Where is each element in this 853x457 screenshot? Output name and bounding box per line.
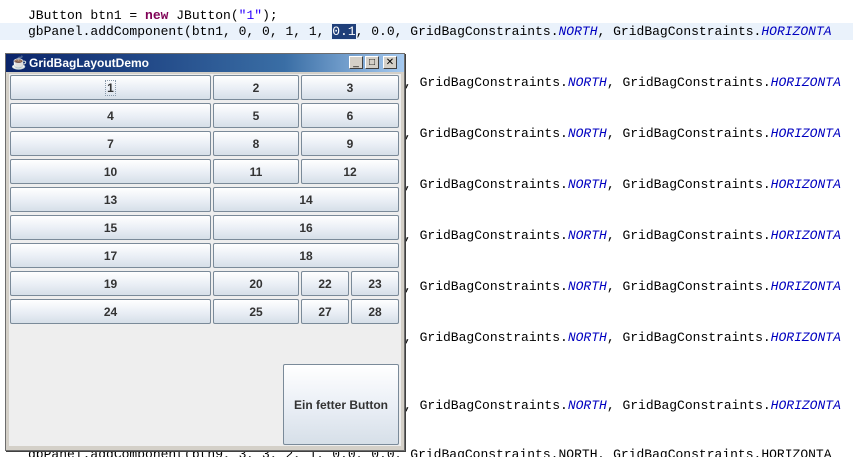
button-9[interactable]: 9 <box>301 131 399 156</box>
selected-text: 0.1 <box>332 24 356 39</box>
button-4[interactable]: 4 <box>10 103 211 128</box>
button-6[interactable]: 6 <box>301 103 399 128</box>
button-24[interactable]: 24 <box>10 299 211 324</box>
button-19[interactable]: 19 <box>10 271 211 296</box>
java-cup-icon: ☕ <box>11 55 28 70</box>
close-button[interactable]: ✕ <box>383 56 397 69</box>
button-14[interactable]: 14 <box>213 187 399 212</box>
button-12[interactable]: 12 <box>301 159 399 184</box>
code-line-fragment: , GridBagConstraints.NORTH, GridBagConst… <box>404 228 841 243</box>
code-line-fragment: , GridBagConstraints.NORTH, GridBagConst… <box>404 330 841 345</box>
button-1[interactable]: 1 <box>10 75 211 100</box>
button-13[interactable]: 13 <box>10 187 211 212</box>
code-line: JButton btn1 = new JButton("1"); <box>28 8 278 23</box>
maximize-button[interactable]: □ <box>365 56 379 69</box>
button-27[interactable]: 27 <box>301 299 349 324</box>
button-28[interactable]: 28 <box>351 299 399 324</box>
button-25[interactable]: 25 <box>213 299 299 324</box>
current-code-line: gbPanel.addComponent(btn1, 0, 0, 1, 1, 0… <box>0 23 853 40</box>
button-2[interactable]: 2 <box>213 75 299 100</box>
button-22[interactable]: 22 <box>301 271 349 296</box>
title-bar[interactable]: ☕ GridBagLayoutDemo _ □ ✕ <box>6 54 404 72</box>
button-7[interactable]: 7 <box>10 131 211 156</box>
button-20[interactable]: 20 <box>213 271 299 296</box>
code-line-fragment: , GridBagConstraints.NORTH, GridBagConst… <box>404 126 841 141</box>
button-3[interactable]: 3 <box>301 75 399 100</box>
gridbaglayout-demo-window: ☕ GridBagLayoutDemo _ □ ✕ 1 2 3 4 5 6 7 … <box>5 53 405 451</box>
window-title: GridBagLayoutDemo <box>29 56 150 70</box>
code-line-fragment: , GridBagConstraints.NORTH, GridBagConst… <box>404 177 841 192</box>
button-8[interactable]: 8 <box>213 131 299 156</box>
code-line-fragment: , GridBagConstraints.NORTH, GridBagConst… <box>404 398 841 413</box>
button-23[interactable]: 23 <box>351 271 399 296</box>
button-5[interactable]: 5 <box>213 103 299 128</box>
button-15[interactable]: 15 <box>10 215 211 240</box>
code-line-fragment: , GridBagConstraints.NORTH, GridBagConst… <box>404 75 841 90</box>
button-17[interactable]: 17 <box>10 243 211 268</box>
button-18[interactable]: 18 <box>213 243 399 268</box>
code-line-fragment: , GridBagConstraints.NORTH, GridBagConst… <box>404 279 841 294</box>
button-10[interactable]: 10 <box>10 159 211 184</box>
button-11[interactable]: 11 <box>213 159 299 184</box>
grid-bag-panel: 1 2 3 4 5 6 7 8 9 10 11 12 13 14 15 16 1… <box>9 74 401 446</box>
minimize-button[interactable]: _ <box>349 56 363 69</box>
button-16[interactable]: 16 <box>213 215 399 240</box>
fat-button[interactable]: Ein fetter Button <box>283 364 399 445</box>
